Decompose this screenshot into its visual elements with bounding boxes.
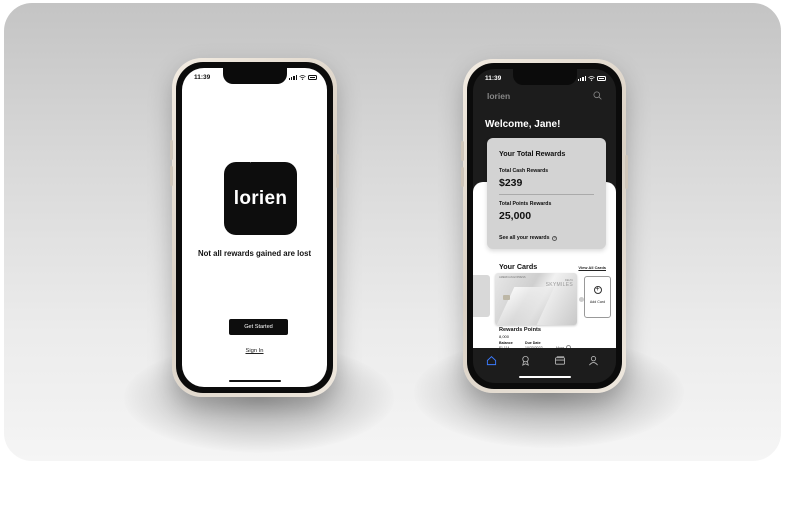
- welcome-heading: Welcome, Jane!: [485, 119, 561, 130]
- tagline: Not all rewards gained are lost: [197, 249, 312, 258]
- see-all-rewards-link[interactable]: See all your rewards ›: [499, 235, 558, 241]
- tab-cards[interactable]: [554, 354, 566, 366]
- total-rewards-card[interactable]: Your Total Rewards Total Cash Rewards $2…: [487, 138, 606, 249]
- status-time: 11:39: [194, 74, 211, 81]
- battery-icon: [308, 75, 317, 80]
- points-rewards-label: Total Points Rewards: [499, 201, 552, 207]
- balance-label: Balance: [499, 341, 513, 345]
- get-started-button[interactable]: Get Started: [229, 319, 288, 335]
- volume-up-button: [461, 141, 464, 161]
- rewards-points-title: Rewards Points: [499, 327, 541, 333]
- profile-icon: [588, 355, 598, 365]
- cash-rewards-label: Total Cash Rewards: [499, 168, 549, 174]
- dashboard-screen: 11:39 lorien Welcome, Jane! Your Total R…: [473, 69, 616, 383]
- status-time: 11:39: [485, 75, 502, 82]
- volume-down-button: [170, 166, 173, 186]
- notch: [222, 68, 287, 84]
- total-rewards-title: Your Total Rewards: [499, 149, 566, 158]
- header-brand: lorien: [487, 91, 511, 101]
- tab-profile[interactable]: [587, 354, 599, 366]
- plus-icon: +: [593, 286, 602, 294]
- add-card-label: Add Card: [589, 300, 606, 304]
- card-issuer: AMERICAN EXPRESS: [499, 276, 526, 279]
- phone-bezel: 11:39 lorien Welcome, Jane! Your Total R…: [467, 63, 622, 389]
- volume-up-button: [170, 140, 173, 160]
- home-icon: [486, 355, 496, 365]
- power-button: [625, 155, 628, 189]
- search-icon[interactable]: [593, 91, 602, 100]
- home-indicator[interactable]: [518, 375, 571, 378]
- see-all-rewards-label: See all your rewards: [499, 235, 550, 241]
- app-logo: lorien ✦: [224, 159, 297, 235]
- phone-bezel: 11:39 lorien ✦ Not all rewards gained ar…: [176, 62, 333, 393]
- status-icons: [288, 75, 317, 80]
- wifi-icon: [299, 75, 306, 80]
- phone-welcome-screen: 11:39 lorien ✦ Not all rewards gained ar…: [170, 58, 339, 397]
- showcase-background: [4, 3, 781, 461]
- card-chip: [503, 295, 510, 300]
- card-wing-graphic: [495, 287, 555, 325]
- credit-card-amex-delta[interactable]: AMERICAN EXPRESS DELTA SKYMILES: [495, 273, 577, 325]
- rewards-points-value: 8,000: [499, 334, 510, 339]
- cellular-signal-icon: [577, 76, 586, 81]
- card-program: SKYMILES: [545, 282, 573, 288]
- bottom-tab-bar: [473, 348, 616, 383]
- sign-in-link[interactable]: Sign In: [182, 348, 327, 354]
- home-indicator[interactable]: [228, 379, 281, 382]
- rewards-icon: [521, 355, 529, 366]
- points-rewards-value: 25,000: [499, 210, 532, 222]
- previous-card-peek[interactable]: [473, 275, 490, 317]
- battery-icon: [597, 76, 606, 81]
- view-all-cards-link[interactable]: View All Cards: [578, 265, 606, 270]
- welcome-screen: 11:39 lorien ✦ Not all rewards gained ar…: [182, 68, 327, 387]
- tab-home[interactable]: [485, 354, 497, 366]
- due-date-label: Due Date: [525, 341, 541, 345]
- phone-dashboard-screen: 11:39 lorien Welcome, Jane! Your Total R…: [461, 59, 628, 393]
- cash-rewards-value: $239: [499, 177, 523, 189]
- your-cards-heading: Your Cards: [499, 262, 538, 271]
- chevron-right-icon: ›: [552, 235, 558, 241]
- logo-sparkle-icon: ✦: [248, 159, 254, 165]
- logo-wordmark: lorien: [233, 187, 288, 209]
- wifi-icon: [588, 76, 595, 81]
- cellular-signal-icon: [288, 75, 297, 80]
- add-card-button[interactable]: + Add Card: [584, 276, 611, 318]
- rewards-divider: [499, 194, 594, 195]
- power-button: [336, 154, 339, 188]
- volume-down-button: [461, 167, 464, 187]
- notch: [512, 69, 577, 85]
- tab-rewards[interactable]: [519, 354, 531, 366]
- cards-icon: [555, 355, 565, 365]
- status-icons: [577, 76, 606, 81]
